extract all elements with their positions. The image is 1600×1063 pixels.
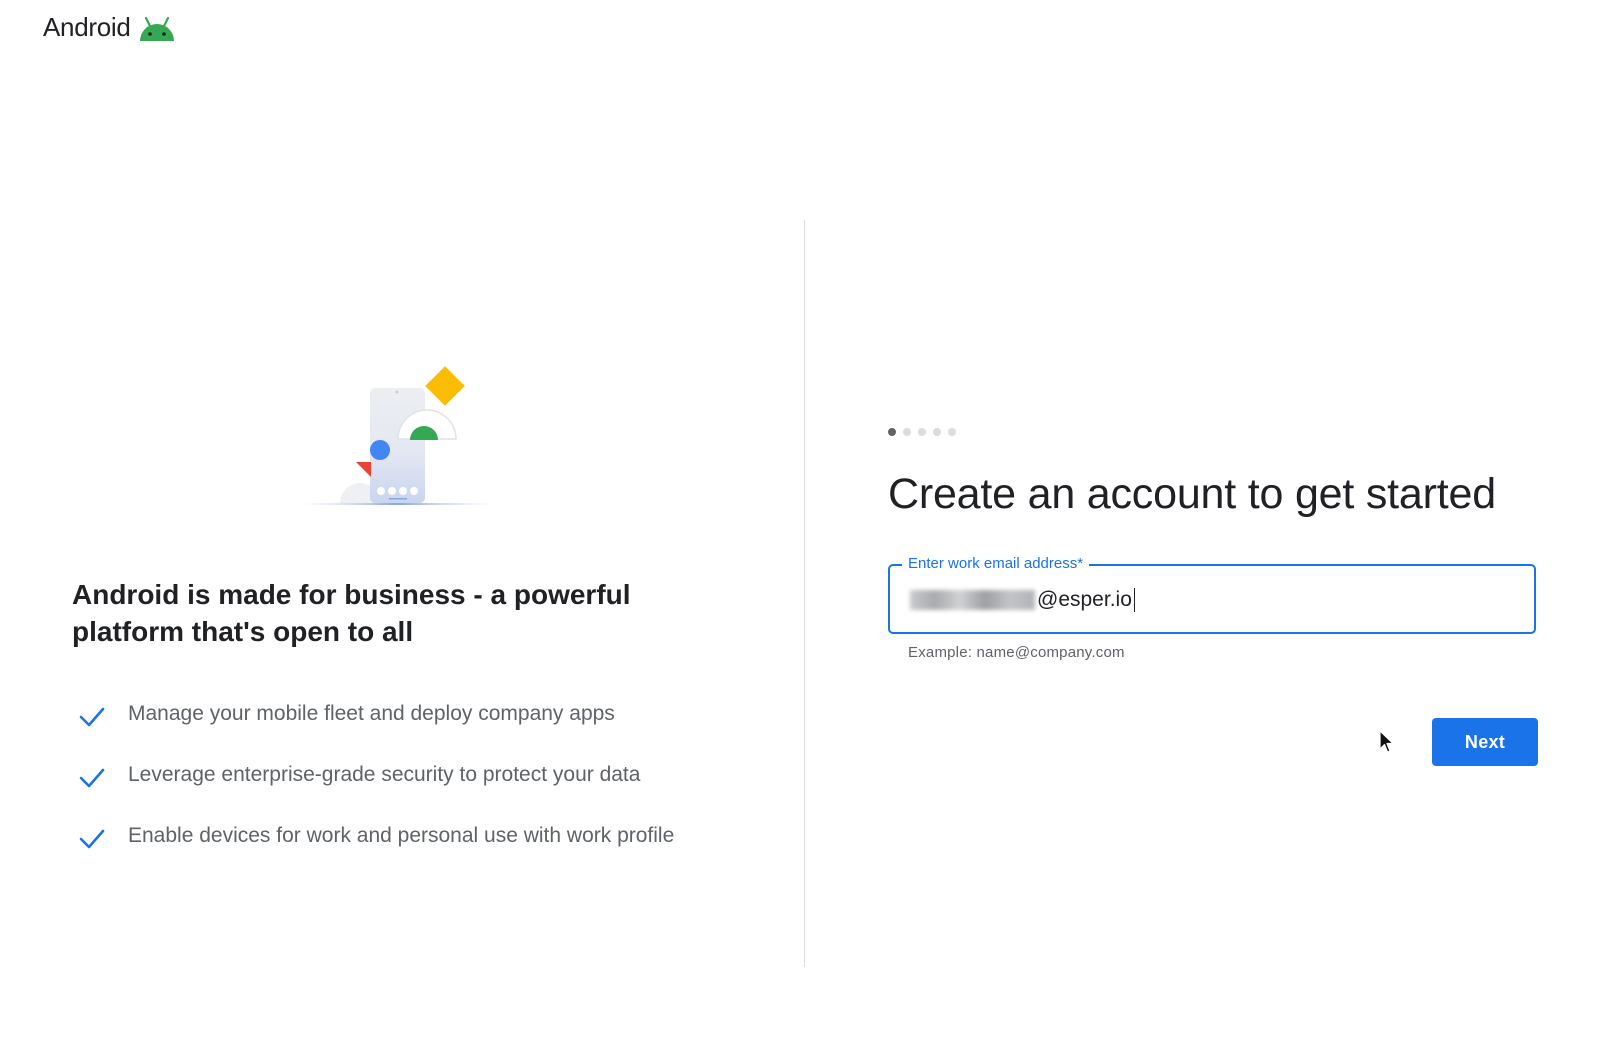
email-field[interactable]: Enter work email address* @esper.io [888,555,1536,634]
check-icon [79,829,105,848]
check-icon [79,707,105,726]
step-dot-current [888,428,896,436]
android-brand: Android [43,12,177,43]
next-button[interactable]: Next [1432,718,1538,766]
mouse-pointer-icon [1379,730,1394,753]
step-dot [933,428,941,436]
feature-text: Manage your mobile fleet and deploy comp… [128,701,615,725]
redacted-username [910,590,1035,610]
email-domain-text: @esper.io [1037,588,1132,611]
feature-text: Enable devices for work and personal use… [128,823,675,847]
feature-text: Leverage enterprise-grade security to pr… [128,762,641,786]
setup-page: Android Android is made for business - a… [0,0,1600,1063]
left-heading: Android is made for business - a powerfu… [72,579,631,647]
android-robot-icon [139,16,174,41]
brand-name: Android [43,12,131,42]
text-caret [1133,588,1135,612]
page-title: Create an account to get started [888,470,1496,518]
email-field-value[interactable]: @esper.io [910,586,1135,614]
email-field-label: Enter work email address* [902,555,1090,572]
step-dot [918,428,926,436]
step-dot [903,428,911,436]
check-icon [79,768,105,787]
feature-item: Leverage enterprise-grade security to pr… [78,744,674,805]
step-dot [948,428,956,436]
pane-divider [804,220,805,967]
feature-item: Manage your mobile fleet and deploy comp… [78,683,674,744]
progress-stepper [888,428,956,436]
feature-list: Manage your mobile fleet and deploy comp… [78,683,674,866]
feature-item: Enable devices for work and personal use… [78,805,674,866]
email-field-hint: Example: name@company.com [908,644,1125,661]
business-phone-illustration [300,366,495,505]
